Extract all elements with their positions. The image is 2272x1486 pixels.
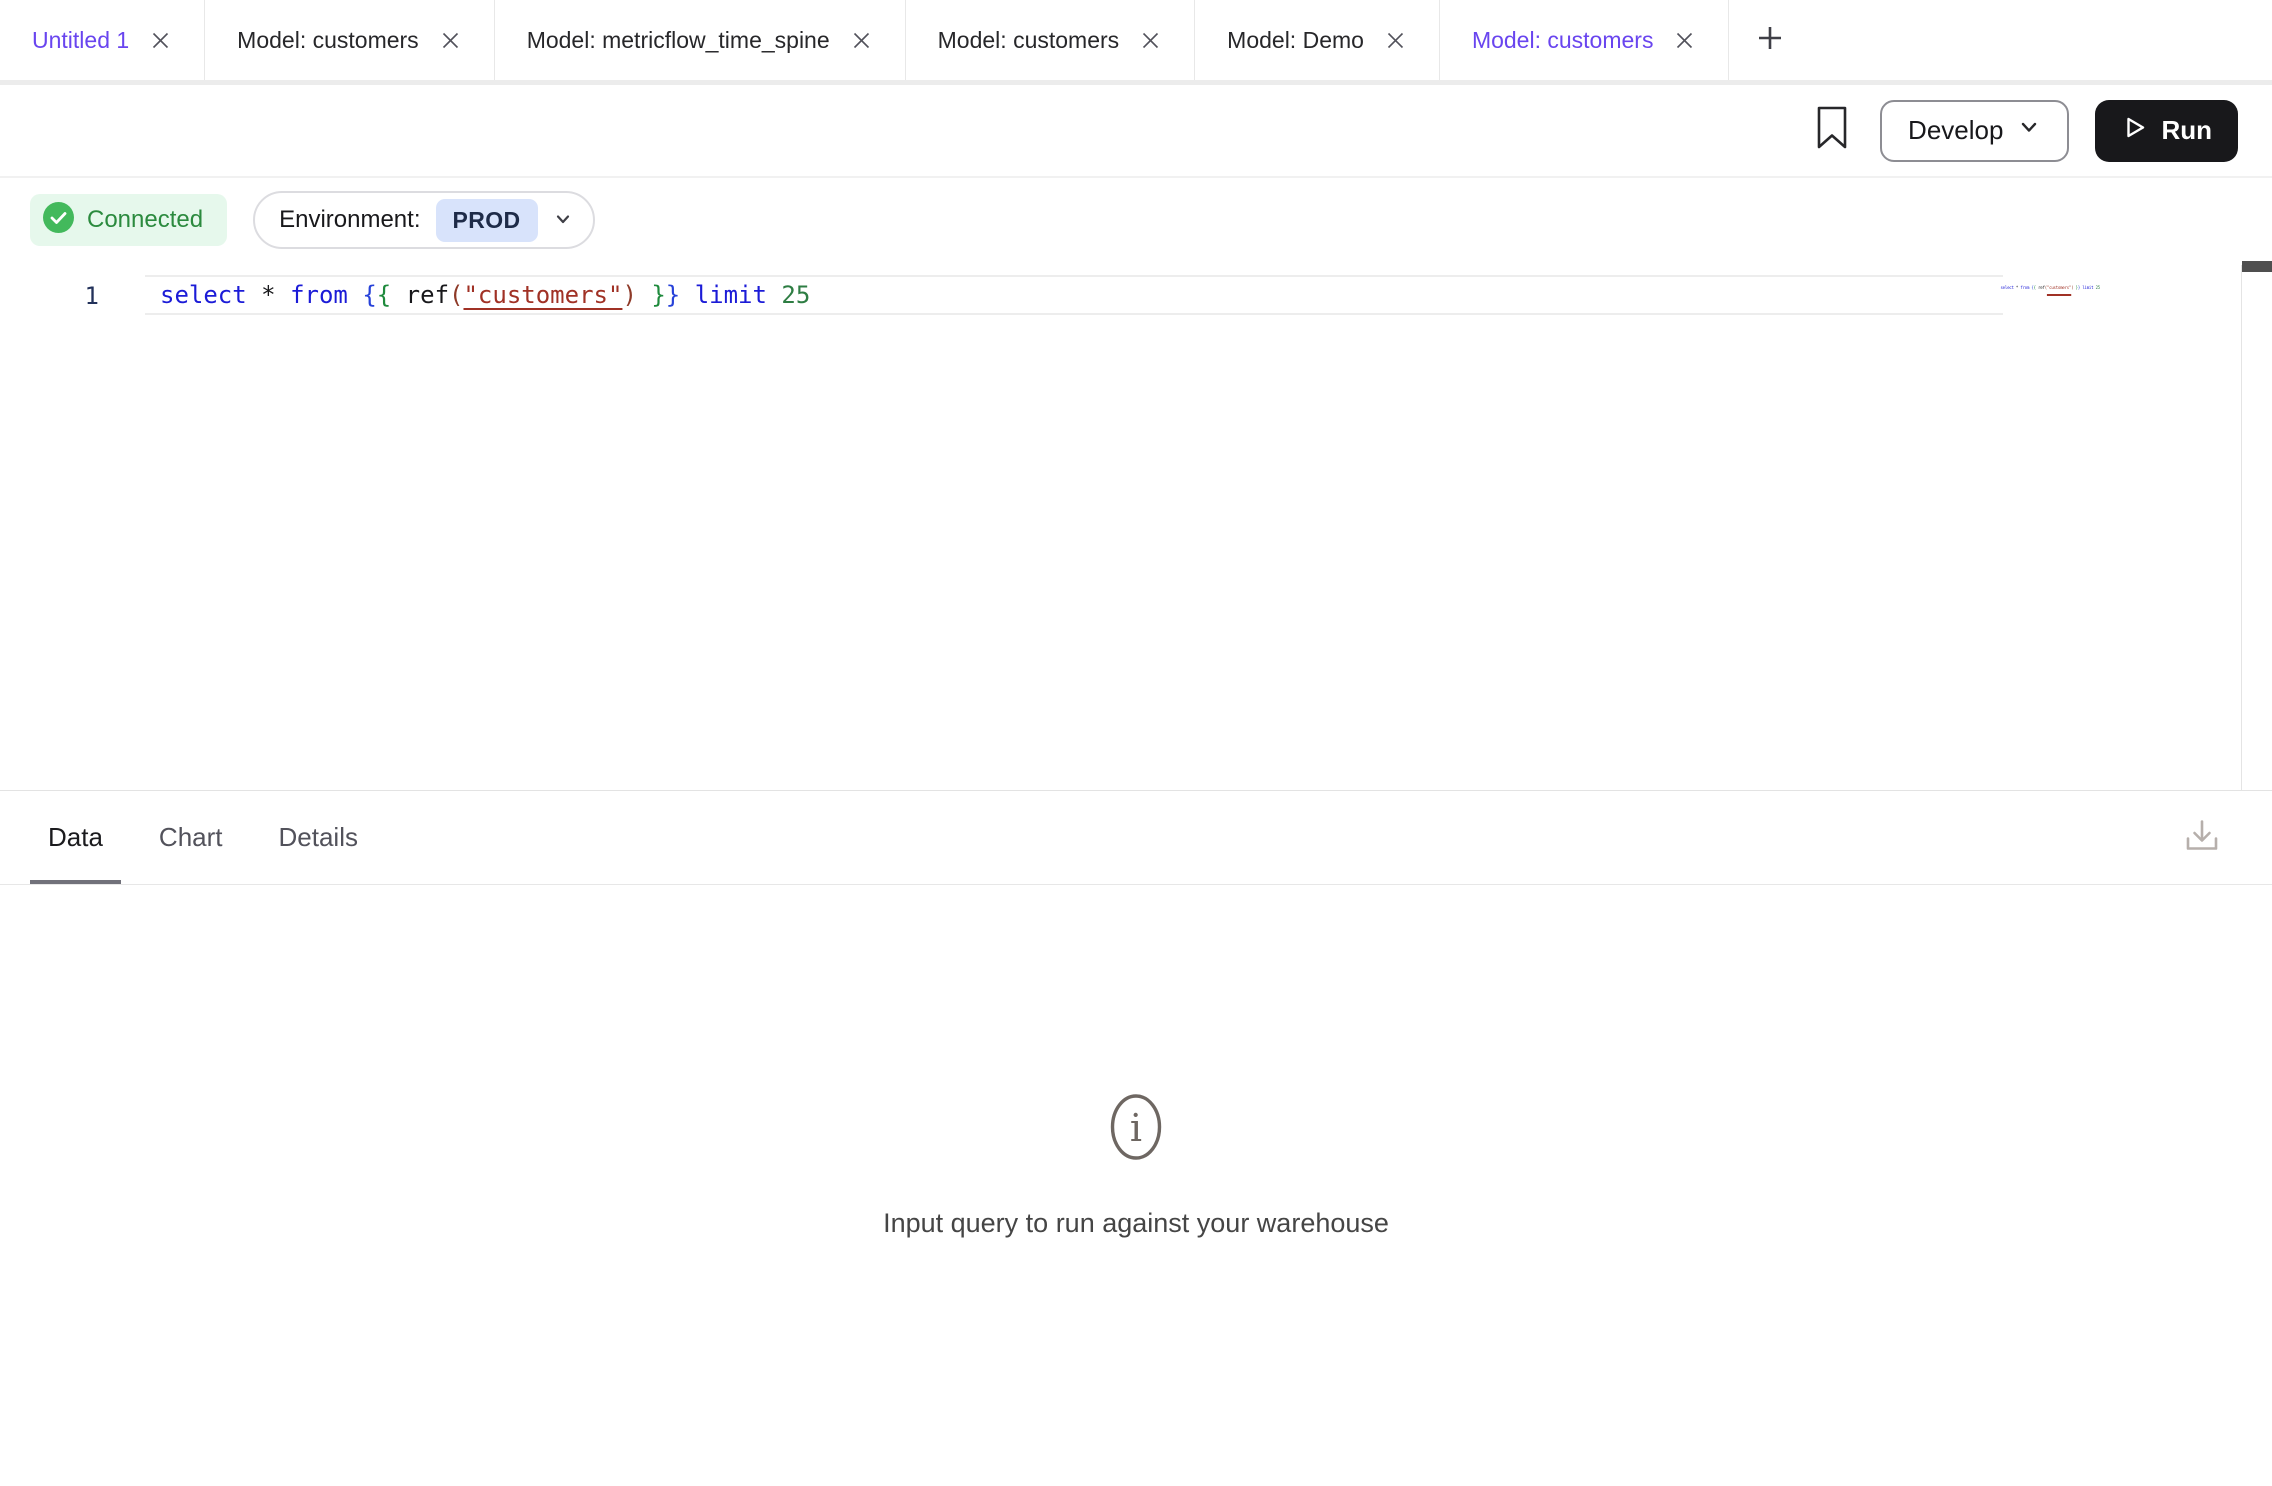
code-token: limit	[695, 281, 767, 309]
plus-icon	[1755, 23, 1785, 58]
download-button[interactable]	[2180, 813, 2224, 862]
status-bar: Connected Environment: PROD	[0, 178, 2272, 262]
code-token: (	[449, 281, 463, 309]
results-tab-data[interactable]: Data	[30, 791, 121, 884]
code-token	[276, 281, 290, 309]
chevron-down-icon	[2017, 115, 2041, 146]
editor-tab-3[interactable]: Model: customers	[906, 0, 1196, 80]
develop-button-label: Develop	[1908, 115, 2003, 146]
environment-value-chip: PROD	[436, 199, 538, 242]
line-number: 1	[0, 275, 145, 315]
code-token	[391, 281, 405, 309]
code-token	[247, 281, 261, 309]
close-icon[interactable]	[1384, 29, 1407, 52]
code-token	[767, 281, 781, 309]
toolbar: Develop Run	[0, 85, 2272, 178]
code-token	[637, 281, 651, 309]
code-token	[680, 281, 694, 309]
code-token: select	[2000, 285, 2013, 290]
run-button[interactable]: Run	[2095, 100, 2238, 162]
empty-state-message: Input query to run against your warehous…	[883, 1208, 1389, 1239]
code-token: *	[261, 281, 275, 309]
tab-bar-tabs: Untitled 1 Model: customers Model: metricf…	[0, 0, 1729, 80]
editor-scrollbar-track	[2241, 265, 2242, 790]
results-tab-details[interactable]: Details	[261, 791, 376, 884]
editor-tab-5[interactable]: Model: customers	[1440, 0, 1730, 80]
play-icon	[2121, 114, 2148, 148]
editor-tab-0[interactable]: Untitled 1	[0, 0, 205, 80]
tab-bar: Untitled 1 Model: customers Model: metricf…	[0, 0, 2272, 85]
download-icon	[2180, 813, 2224, 862]
close-icon[interactable]	[850, 29, 873, 52]
info-icon: i	[1109, 1093, 1163, 1166]
editor-tab-2[interactable]: Model: metricflow_time_spine	[495, 0, 906, 80]
code-token: }	[666, 281, 680, 309]
close-icon[interactable]	[149, 29, 172, 52]
code-token: 25	[781, 281, 810, 309]
bookmark-button[interactable]	[1814, 105, 1850, 156]
code-token: limit	[2082, 285, 2093, 290]
code-token: 25	[2096, 285, 2100, 290]
results-empty-state: i Input query to run against your wareho…	[0, 885, 2272, 1486]
tab-label: Model: customers	[1472, 27, 1654, 54]
code-token: }	[651, 281, 665, 309]
tab-label: Model: metricflow_time_spine	[527, 27, 830, 54]
tab-label: Untitled 1	[32, 27, 129, 54]
tab-label: Model: customers	[237, 27, 419, 54]
editor-scrollbar-thumb[interactable]	[2242, 261, 2272, 272]
results-tab-chart[interactable]: Chart	[141, 791, 241, 884]
close-icon[interactable]	[439, 29, 462, 52]
chevron-down-icon	[553, 209, 573, 232]
close-icon[interactable]	[1673, 29, 1696, 52]
editor-minimap[interactable]: select * from {{ ref("customers") }} lim…	[2000, 285, 2100, 290]
bookmark-icon	[1814, 105, 1850, 156]
editor-tab-4[interactable]: Model: Demo	[1195, 0, 1440, 80]
new-tab-button[interactable]	[1729, 0, 1811, 80]
code-line[interactable]: select * from {{ ref("customers") }} lim…	[145, 275, 2003, 315]
code-token: from	[290, 281, 348, 309]
run-button-label: Run	[2161, 115, 2212, 146]
code-token: {	[362, 281, 376, 309]
results-panel-tabs: DataChartDetails	[0, 790, 2272, 885]
code-token: "customers"	[2047, 285, 2071, 290]
svg-text:i: i	[1130, 1106, 1142, 1150]
editor-tab-1[interactable]: Model: customers	[205, 0, 495, 80]
code-token: )	[622, 281, 636, 309]
code-token	[348, 281, 362, 309]
code-token: {	[377, 281, 391, 309]
develop-button[interactable]: Develop	[1880, 100, 2069, 162]
code-token: ref	[406, 281, 449, 309]
check-circle-icon	[43, 202, 74, 238]
environment-selector[interactable]: Environment: PROD	[253, 191, 594, 249]
close-icon[interactable]	[1139, 29, 1162, 52]
code-token: ref	[2038, 285, 2045, 290]
results-tab-list: DataChartDetails	[30, 791, 396, 884]
code-token: from	[2020, 285, 2029, 290]
environment-label: Environment:	[279, 206, 420, 234]
sql-editor[interactable]: 1 select * from {{ ref("customers") }} l…	[0, 275, 2272, 790]
code-token: select	[160, 281, 247, 309]
code-token: "customers"	[463, 281, 622, 309]
tab-label: Model: Demo	[1227, 27, 1364, 54]
tab-label: Model: customers	[938, 27, 1120, 54]
code-row: 1 select * from {{ ref("customers") }} l…	[0, 275, 2272, 315]
connection-status-badge: Connected	[30, 194, 227, 246]
connection-status-label: Connected	[87, 206, 203, 234]
